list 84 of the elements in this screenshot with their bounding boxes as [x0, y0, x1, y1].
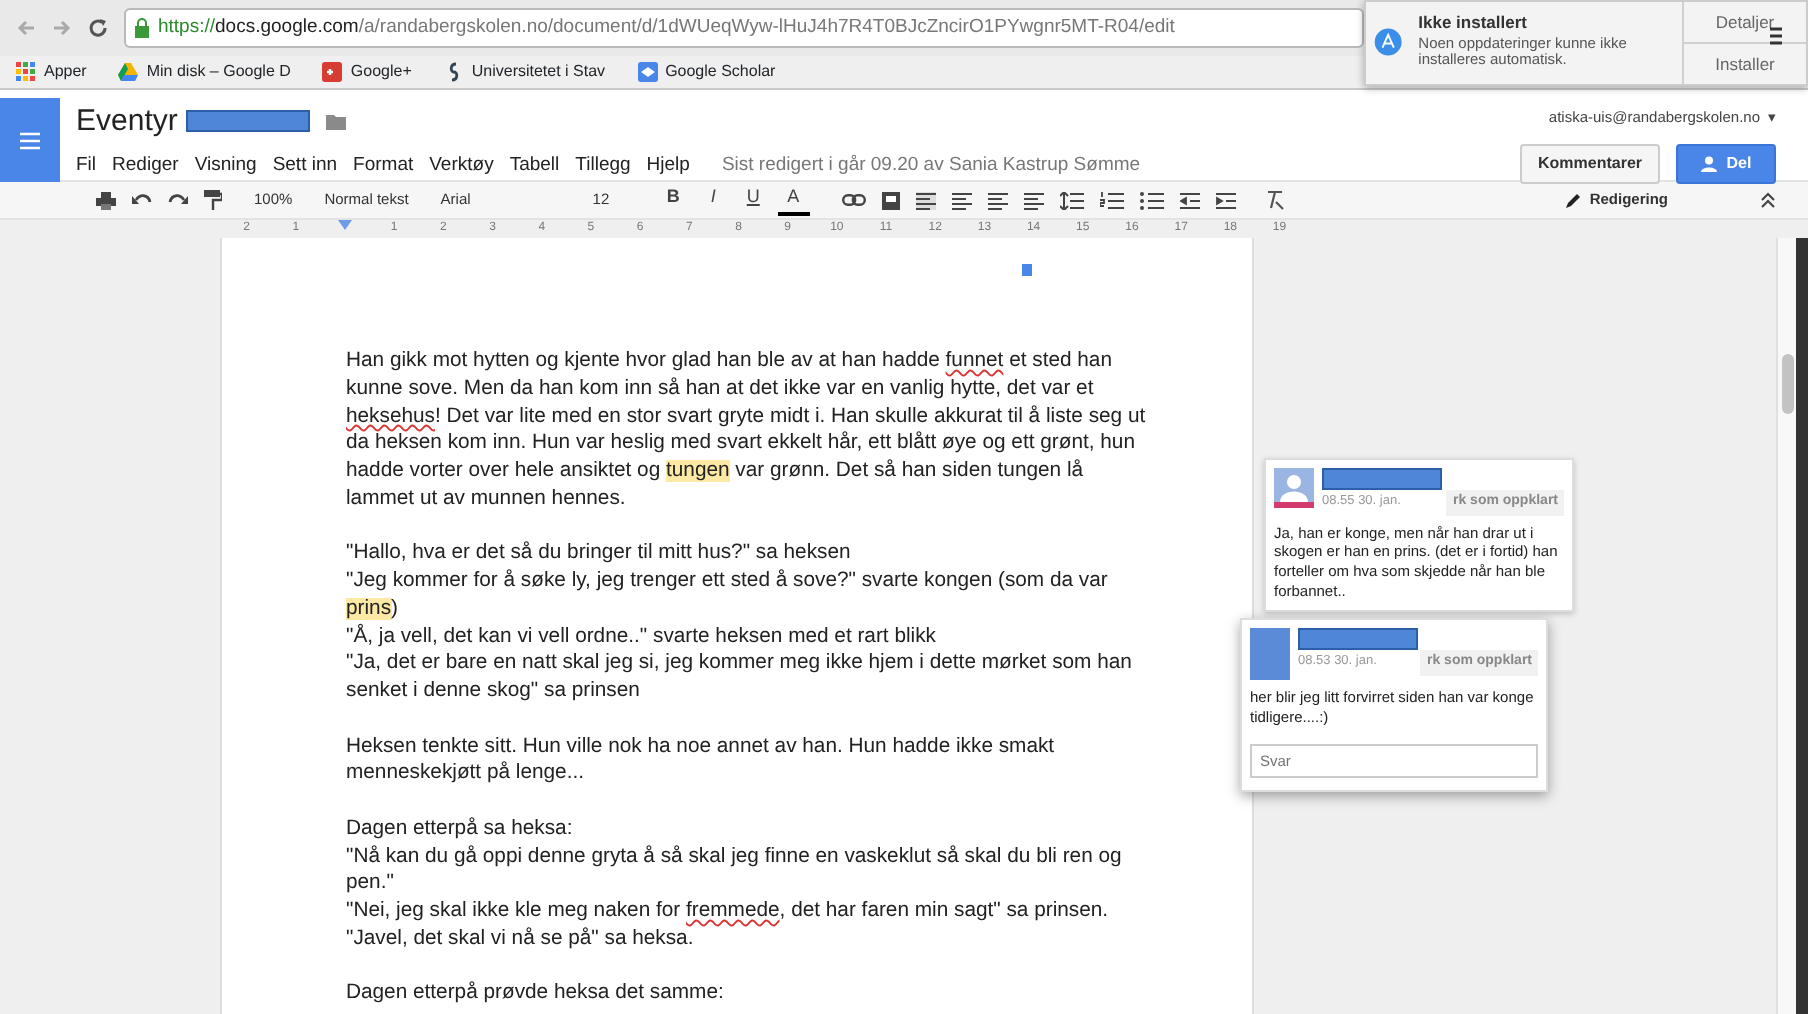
url-field[interactable]: https://docs.google.com/a/randabergskolen.no/document/d/1dWUeqWyw-lHuJ4h7R4T0BJcZncirO1PYwgnr5MT-R04/edit — [124, 8, 1364, 48]
avatar-icon — [1250, 628, 1290, 680]
lock-icon — [134, 18, 150, 38]
text-line: "Jeg kommer for å søke ly, jeg trenger ett sted å sove?" svarte kongen (som da var — [346, 568, 1110, 596]
undo-icon[interactable] — [132, 192, 152, 208]
url-text: https://docs.google.com/a/randabergskolen.no/document/d/1dWUeqWyw-lHuJ4h7R4T0BJcZncirO1PYwgnr5MT-R04/edit — [158, 13, 1175, 42]
reload-icon[interactable] — [88, 18, 108, 38]
align-center-icon[interactable] — [951, 191, 972, 209]
docs-home-button[interactable] — [0, 98, 60, 182]
redo-icon[interactable] — [168, 192, 188, 208]
scroll-thumb[interactable] — [1782, 354, 1794, 414]
bookmark-link[interactable]: Google+ — [322, 60, 412, 84]
menu-lines-icon — [20, 131, 40, 149]
text-line: "Hallo, hva er det så du bringer til mitt hus?" sa heksen — [346, 540, 853, 568]
bookmark-link[interactable]: Min disk – Google D — [118, 60, 291, 84]
folder-icon[interactable] — [325, 113, 346, 129]
text-line: kunne sove. Men da han kom inn så han at det ikke var en vanlig hytte, det var et — [346, 375, 1096, 403]
scholar-icon — [637, 62, 658, 82]
text-line: senket i denne skog" sa prinsen — [346, 678, 642, 706]
align-right-icon[interactable] — [987, 191, 1008, 209]
paint-format-icon[interactable] — [204, 190, 222, 210]
comment-icon[interactable] — [881, 191, 900, 209]
google-plus-icon — [322, 62, 343, 82]
collapse-icon[interactable] — [1760, 192, 1776, 208]
menu-item[interactable]: Visning — [194, 152, 257, 181]
last-edit-link[interactable]: Sist redigert i går 09.20 av Sania Kastrup Sømme — [721, 152, 1141, 181]
italic-button[interactable]: I — [697, 184, 730, 216]
text-line: "Javel, det skal vi nå se på" sa heksa. — [346, 925, 696, 953]
text-line: pen." — [346, 870, 396, 898]
menu-item[interactable]: Fil — [76, 152, 97, 181]
text-line: prins) — [346, 595, 400, 623]
avatar-icon — [1274, 468, 1314, 508]
cursor-marker-icon — [1022, 264, 1032, 276]
link-icon[interactable] — [841, 194, 866, 206]
bookmark-link[interactable]: Google Scholar — [637, 60, 776, 84]
comments-button[interactable]: Kommentarer — [1519, 144, 1660, 185]
drive-icon — [118, 62, 139, 82]
menu-item[interactable]: Rediger — [112, 152, 179, 181]
pencil-icon — [1563, 191, 1582, 209]
bold-button[interactable]: B — [657, 184, 690, 216]
text-line: Heksen tenkte sitt. Hun ville nok ha noe annet av han. Hun hadde ikke smakt — [346, 733, 1057, 761]
scrollbar[interactable] — [1776, 238, 1796, 1014]
text-line: "Nei, jeg skal ikke kle meg naken for fremmede, det har faren min sagt" sa prinsen. — [346, 898, 1111, 926]
line-spacing-icon[interactable] — [1059, 191, 1084, 209]
text-line: hadde vorter over hele ansiktet og tungen var grønn. Det så han siden tungen lå — [346, 458, 1086, 486]
apps-icon — [16, 62, 36, 82]
numbered-list-icon[interactable] — [1099, 191, 1124, 209]
bulleted-list-icon[interactable] — [1139, 191, 1164, 209]
person-icon — [1700, 156, 1719, 173]
menu-item[interactable]: Tabell — [509, 152, 560, 181]
justify-icon[interactable] — [1023, 191, 1044, 209]
align-left-icon[interactable] — [915, 191, 936, 209]
menu-icon[interactable] — [1770, 26, 1782, 46]
redaction-bar — [1298, 628, 1418, 650]
text-line: "Ja, det er bare en natt skal jeg si, jeg kommer meg ikke hjem i dette mørket som han — [346, 650, 1134, 678]
menu-item[interactable]: Verktøy — [429, 152, 494, 181]
bookmark-link[interactable]: Apper — [16, 60, 87, 84]
clear-formatting-icon[interactable] — [1263, 190, 1284, 210]
text-line: "Nå kan du gå oppi denne gryta å så skal jeg finne en vaskeklut så skal du bli ren og — [346, 843, 1124, 871]
text-line: Dagen etterpå prøvde heksa det samme: — [346, 980, 726, 1008]
text-line: da heksen kom inn. Hun var heslig med svart ekkelt hår, ett blått øye og ett grønt, hun — [346, 430, 1137, 458]
install-button[interactable]: Installer — [1682, 42, 1806, 84]
notification-title: Ikke installert — [1418, 10, 1529, 36]
print-icon[interactable] — [96, 191, 116, 209]
share-button[interactable]: Del — [1676, 144, 1776, 185]
menu-item[interactable]: Sett inn — [272, 152, 338, 181]
increase-indent-icon[interactable] — [1215, 191, 1236, 209]
menu-item[interactable]: Hjelp — [646, 152, 690, 181]
decrease-indent-icon[interactable] — [1179, 191, 1200, 209]
text-line: Han gikk mot hytten og kjente hvor glad han ble av at han hadde funnet et sted han — [346, 348, 1114, 376]
text-line: Dagen etterpå sa heksa: — [346, 815, 575, 843]
text-color-button[interactable]: A — [777, 184, 810, 216]
bookmark-link[interactable]: Universitetet i Stav — [443, 60, 606, 84]
menu-item[interactable]: Tillegg — [575, 152, 631, 181]
text-line: menneskekjøtt på lenge... — [346, 760, 586, 788]
redaction-bar — [185, 110, 310, 132]
redaction-bar — [1322, 468, 1442, 490]
text-line: "Å, ja vell, det kan vi vell ordne.." svarte heksen med et rart blikk — [346, 623, 938, 651]
document-title[interactable]: Eventyr — [76, 106, 178, 136]
details-button[interactable]: Detaljer — [1682, 2, 1806, 42]
text-line: lammet ut av munnen hennes. — [346, 485, 628, 513]
underline-button[interactable]: U — [737, 184, 770, 216]
menu-item[interactable]: Format — [353, 152, 414, 181]
text-line: heksehus! Det var lite med en stor svart gryte midt i. Han skulle akkurat til å liste seg ut — [346, 403, 1148, 431]
